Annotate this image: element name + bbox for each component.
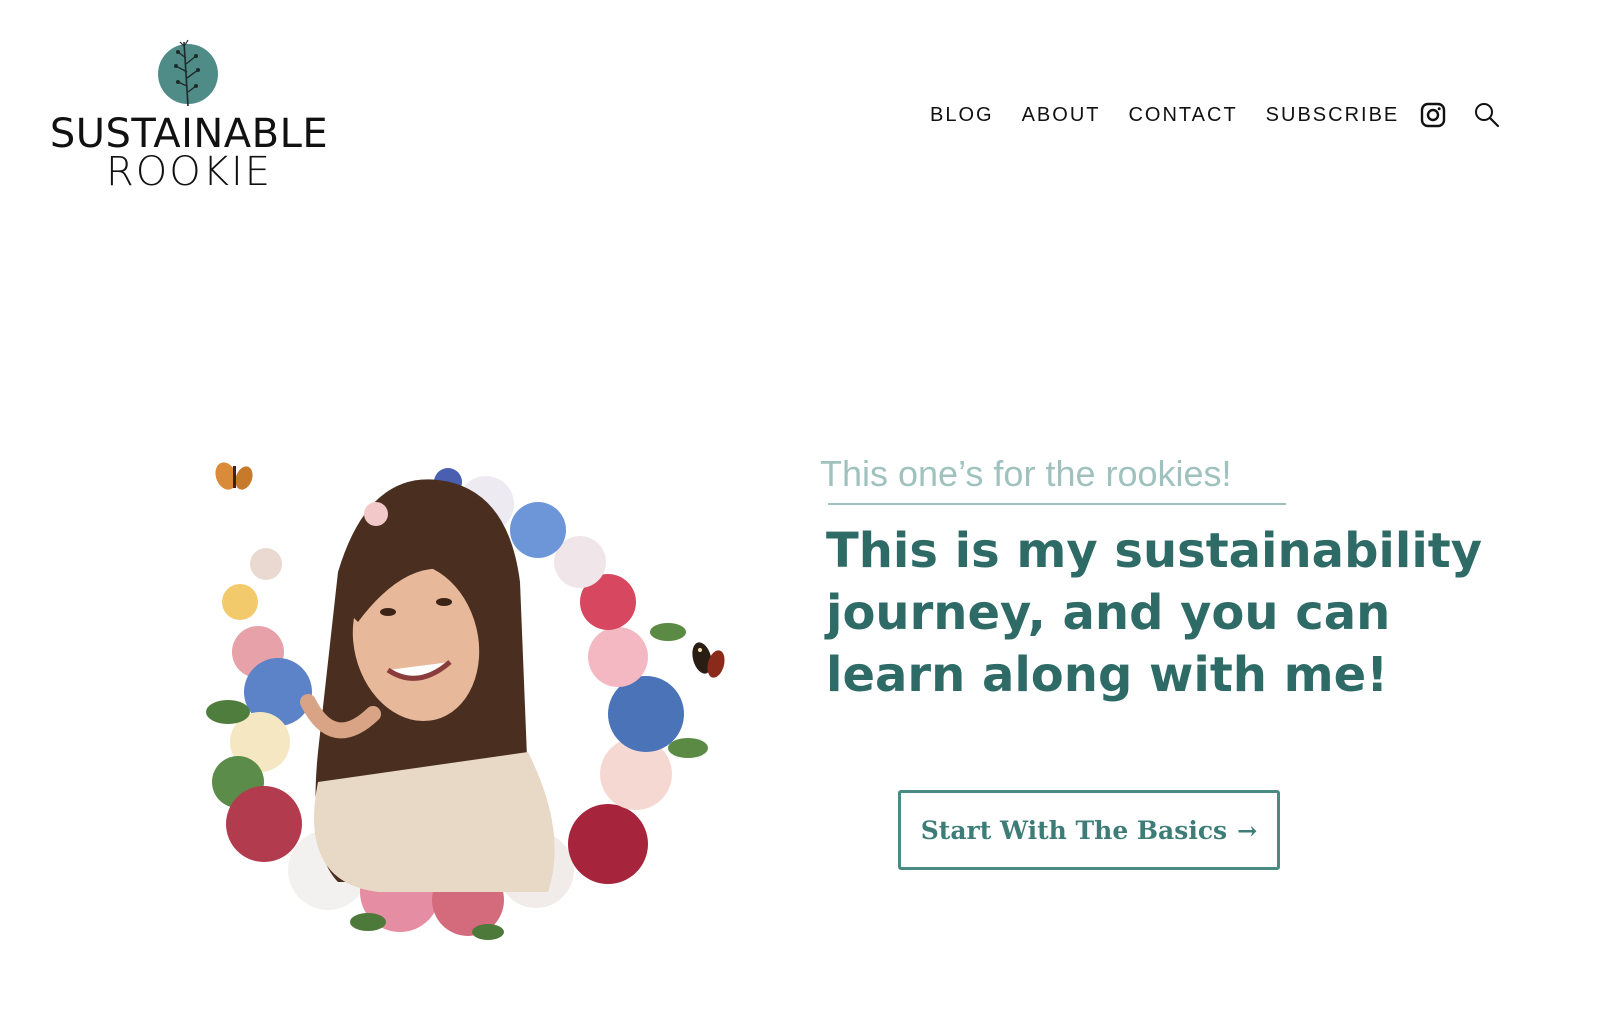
hero-headline: This is my sustainability journey, and y… [826,523,1483,703]
butterfly-top-left [215,462,253,490]
search-icon[interactable] [1472,100,1502,130]
start-with-basics-button[interactable]: Start With The Basics → [898,790,1280,870]
nav-link-contact[interactable]: CONTACT [1128,100,1237,130]
main-nav: BLOG ABOUT CONTACT SUBSCRIBE [930,100,1427,130]
nav-link-subscribe[interactable]: SUBSCRIBE [1266,100,1400,130]
logo-text-line2: ROOKIE [105,149,273,195]
butterfly-right [692,642,725,678]
nav-link-about[interactable]: ABOUT [1022,100,1101,130]
leaf-circle-icon [158,39,218,107]
nav-link-blog[interactable]: BLOG [930,100,994,130]
arrow-right-icon: → [1237,815,1258,845]
nav-icons [1418,100,1502,130]
hero-portrait-image [206,462,725,940]
hero-tagline: This one’s for the rookies! [820,453,1232,494]
site-logo[interactable]: SUSTAINABLE ROOKIE [44,36,334,196]
cta-label: Start With The Basics [920,815,1228,845]
tagline-underline [828,503,1286,505]
instagram-icon[interactable] [1418,100,1448,130]
